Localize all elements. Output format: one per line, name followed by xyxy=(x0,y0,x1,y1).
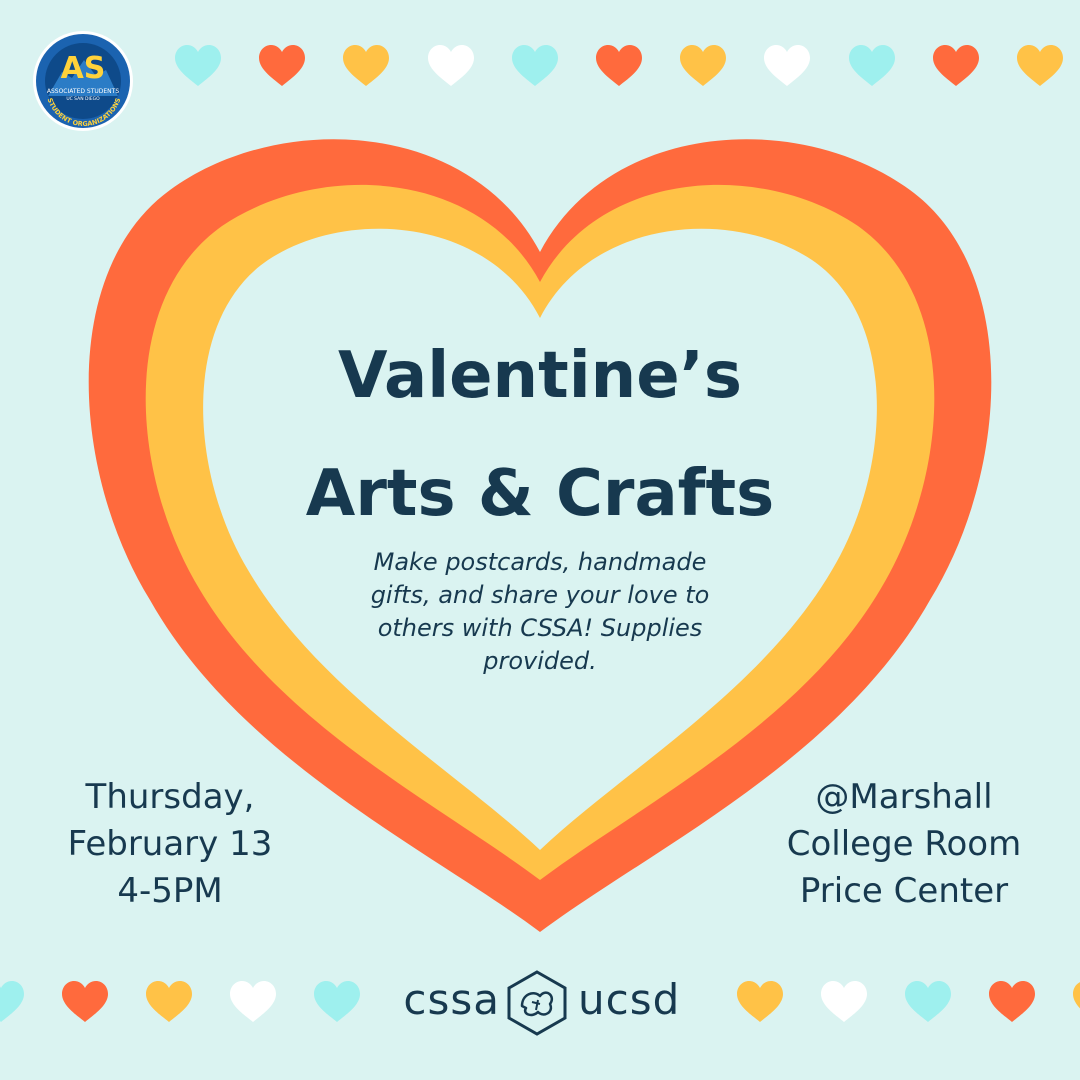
logo-line1: ASSOCIATED STUDENTS xyxy=(47,88,119,95)
yellow-heart-icon xyxy=(343,45,390,86)
location-line-3: Price Center xyxy=(799,871,1009,911)
logo-initials: AS xyxy=(61,51,106,86)
title-line-2: Arts & Crafts xyxy=(305,457,775,531)
event-location: @Marshall College Room Price Center xyxy=(744,774,1064,915)
tagline-line-1: Make postcards, handmade xyxy=(373,548,707,576)
event-date: February 13 xyxy=(67,824,273,864)
location-line-1: @Marshall xyxy=(815,777,993,817)
tagline: Make postcards, handmade gifts, and shar… xyxy=(300,546,780,678)
event-date-time: Thursday, February 13 4-5PM xyxy=(10,774,330,915)
title-line-1: Valentine’s xyxy=(337,339,743,413)
associated-students-logo: AS ASSOCIATED STUDENTS UC SAN DIEGO STUD… xyxy=(33,31,133,131)
yellow-heart-icon xyxy=(1017,45,1063,86)
cyan-heart-icon xyxy=(905,981,951,1022)
top-heart-row xyxy=(0,44,1080,104)
tagline-line-2: gifts, and share your love to xyxy=(370,581,710,609)
big-heart-graphic xyxy=(88,139,992,933)
event-day: Thursday, xyxy=(85,777,255,817)
brand-cssa: cssa xyxy=(403,975,500,1024)
white-heart-icon xyxy=(427,45,474,86)
white-heart-icon xyxy=(821,981,867,1022)
orange-heart-icon xyxy=(989,981,1035,1022)
yellow-heart-icon xyxy=(680,45,727,86)
event-time: 4-5PM xyxy=(117,871,223,911)
cssa-emblem-icon xyxy=(507,970,567,1036)
white-heart-icon xyxy=(764,45,811,86)
tagline-line-4: provided. xyxy=(483,647,597,675)
yellow-heart-icon xyxy=(737,981,783,1022)
cyan-heart-icon xyxy=(848,45,895,86)
cyan-heart-icon xyxy=(175,45,221,86)
cyan-heart-icon xyxy=(511,45,558,86)
orange-heart-icon xyxy=(259,45,306,86)
tagline-line-3: others with CSSA! Supplies xyxy=(377,614,703,642)
logo-line2: UC SAN DIEGO xyxy=(66,96,100,102)
location-line-2: College Room xyxy=(786,824,1022,864)
orange-heart-icon xyxy=(596,45,642,86)
yellow-heart-icon xyxy=(1073,982,1080,1009)
brand-ucsd: ucsd xyxy=(578,975,681,1024)
orange-heart-icon xyxy=(932,45,979,86)
